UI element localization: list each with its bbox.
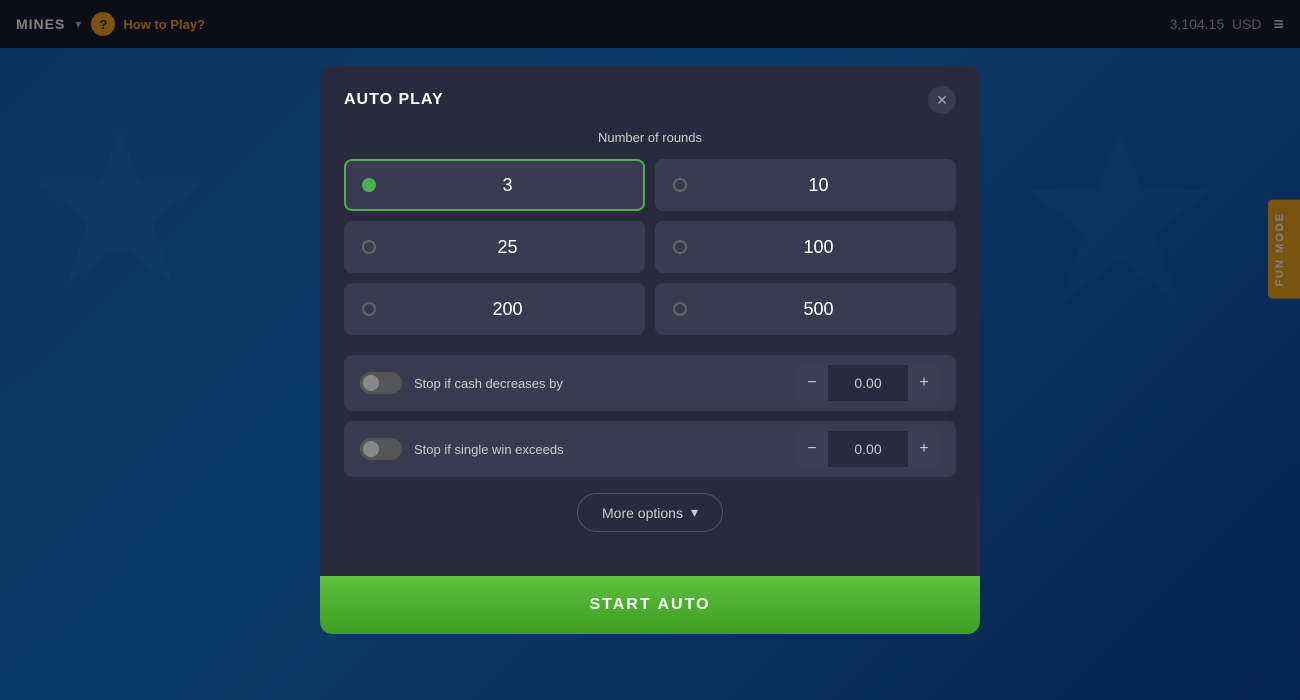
round-option-10[interactable]: 10 xyxy=(655,159,956,211)
radio-dot-3 xyxy=(362,178,376,192)
round-value-10: 10 xyxy=(699,175,938,196)
round-value-200: 200 xyxy=(388,299,627,320)
radio-dot-100 xyxy=(673,240,687,254)
radio-dot-25 xyxy=(362,240,376,254)
round-value-25: 25 xyxy=(388,237,627,258)
round-option-3[interactable]: 3 xyxy=(344,159,645,211)
more-options-chevron: ▾ xyxy=(691,504,698,521)
stop-win-control: − 0.00 + xyxy=(796,431,940,467)
modal-body: Number of rounds 3 10 25 xyxy=(320,130,980,576)
radio-dot-10 xyxy=(673,178,687,192)
stop-cash-label: Stop if cash decreases by xyxy=(414,376,784,391)
modal-overlay: AUTO PLAY ✕ Number of rounds 3 10 xyxy=(0,0,1300,700)
stop-cash-toggle[interactable] xyxy=(360,372,402,394)
autoplay-modal: AUTO PLAY ✕ Number of rounds 3 10 xyxy=(320,66,980,634)
round-option-100[interactable]: 100 xyxy=(655,221,956,273)
more-options-row: More options ▾ xyxy=(344,493,956,532)
round-value-100: 100 xyxy=(699,237,938,258)
stop-cash-control: − 0.00 + xyxy=(796,365,940,401)
stop-win-label: Stop if single win exceeds xyxy=(414,442,784,457)
rounds-label: Number of rounds xyxy=(344,130,956,145)
stop-win-value: 0.00 xyxy=(828,441,908,457)
radio-dot-500 xyxy=(673,302,687,316)
more-options-label: More options xyxy=(602,505,683,521)
stop-win-toggle[interactable] xyxy=(360,438,402,460)
close-button[interactable]: ✕ xyxy=(928,86,956,114)
modal-title: AUTO PLAY xyxy=(344,91,444,109)
start-auto-button[interactable]: START AUTO xyxy=(320,576,980,634)
more-options-button[interactable]: More options ▾ xyxy=(577,493,723,532)
stop-win-row: Stop if single win exceeds − 0.00 + xyxy=(344,421,956,477)
round-option-200[interactable]: 200 xyxy=(344,283,645,335)
stop-win-plus[interactable]: + xyxy=(908,431,940,467)
rounds-grid: 3 10 25 100 200 xyxy=(344,159,956,335)
round-option-25[interactable]: 25 xyxy=(344,221,645,273)
modal-header: AUTO PLAY ✕ xyxy=(320,66,980,130)
stop-cash-value: 0.00 xyxy=(828,375,908,391)
stop-cash-plus[interactable]: + xyxy=(908,365,940,401)
radio-dot-200 xyxy=(362,302,376,316)
round-value-3: 3 xyxy=(388,175,627,196)
stop-cash-minus[interactable]: − xyxy=(796,365,828,401)
stop-cash-row: Stop if cash decreases by − 0.00 + xyxy=(344,355,956,411)
round-value-500: 500 xyxy=(699,299,938,320)
stop-win-minus[interactable]: − xyxy=(796,431,828,467)
round-option-500[interactable]: 500 xyxy=(655,283,956,335)
